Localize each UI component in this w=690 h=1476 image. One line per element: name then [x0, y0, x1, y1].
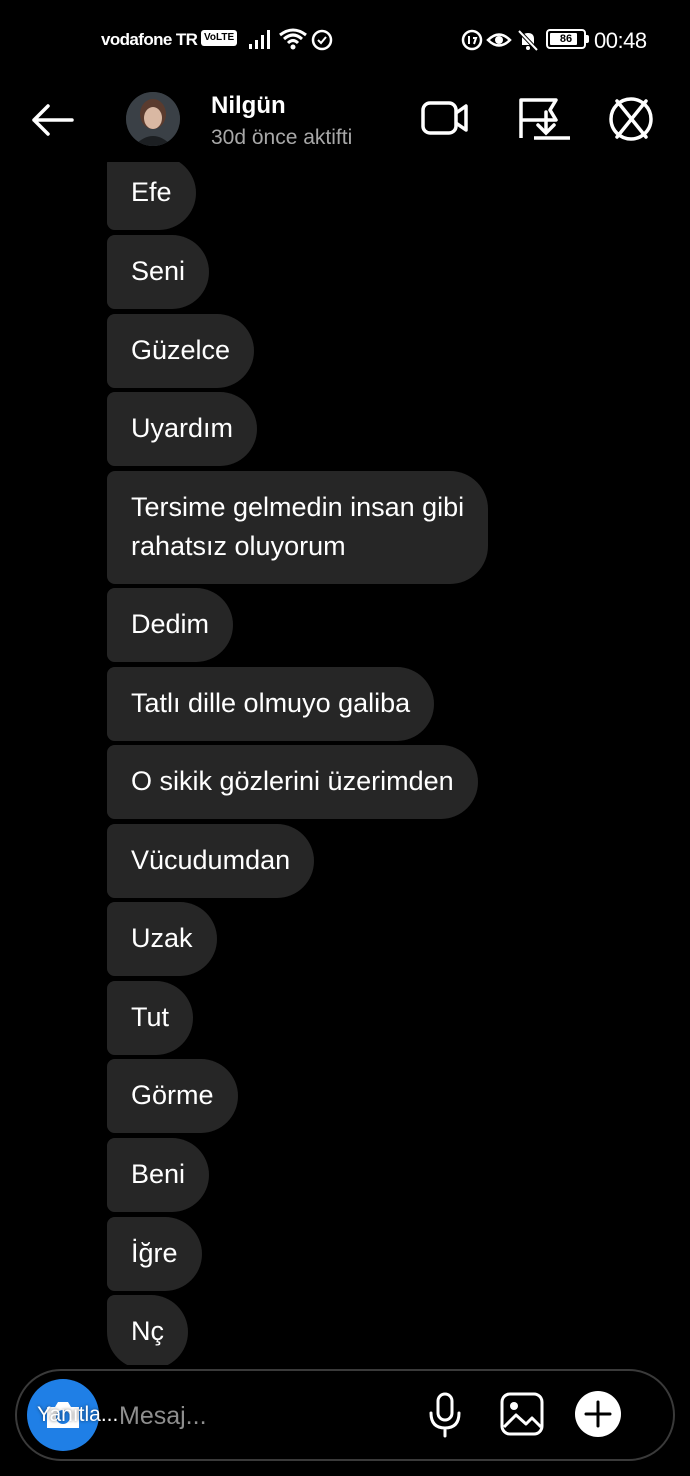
message-bubble[interactable]: Tatlı dille olmuyo galiba [107, 667, 435, 741]
reply-tooltip: Yanıtla... [37, 1403, 119, 1426]
flag-download-icon[interactable] [516, 96, 572, 142]
message-bubble[interactable]: Güzelce [107, 314, 255, 388]
message-bubble[interactable]: Uzak [107, 902, 217, 976]
sync-icon [311, 29, 333, 51]
video-call-icon[interactable] [420, 96, 470, 140]
message-bubble[interactable]: O sikik gözlerini üzerimden [107, 745, 478, 819]
message-input[interactable] [117, 1393, 411, 1439]
battery-percent: 86 [559, 33, 573, 45]
contact-name[interactable]: Nilgün [211, 92, 286, 120]
eye-icon [486, 33, 512, 47]
message-bubble[interactable]: Nç [107, 1295, 188, 1365]
carrier-label: vodafone TR [101, 30, 198, 49]
battery-indicator: 86 [546, 29, 586, 49]
status-bar: vodafone TR VoLTE 86 00:48 [0, 24, 690, 58]
message-bubble[interactable]: Tersime gelmedin insan gibi rahatsız olu… [107, 471, 489, 584]
back-arrow-icon[interactable] [28, 100, 76, 140]
wifi-icon [279, 28, 307, 50]
last-active-status: 30d önce aktifti [211, 126, 353, 149]
cancel-circle-icon[interactable] [604, 96, 658, 142]
message-bubble[interactable]: Seni [107, 235, 210, 309]
message-bubble[interactable]: Beni [107, 1138, 210, 1212]
message-bubble[interactable]: Efe [107, 162, 196, 230]
message-bubble[interactable]: İğre [107, 1217, 202, 1291]
message-bubble[interactable]: Vücudumdan [107, 824, 315, 898]
plus-icon[interactable] [573, 1389, 623, 1439]
message-bubble[interactable]: Görme [107, 1059, 238, 1133]
clock: 00:48 [594, 28, 647, 53]
bell-off-icon [517, 29, 539, 52]
message-bubble[interactable]: Tut [107, 981, 194, 1055]
gallery-icon[interactable] [499, 1391, 545, 1437]
message-list[interactable]: Efe Seni Güzelce Uyardım Tersime gelmedi… [0, 162, 690, 1365]
message-bubble[interactable]: Dedim [107, 588, 234, 662]
message-bubble[interactable]: Uyardım [107, 392, 258, 466]
data-saver-icon [461, 29, 483, 51]
chat-header: Nilgün 30d önce aktifti [0, 80, 690, 162]
microphone-icon[interactable] [427, 1391, 463, 1439]
signal-icon [249, 30, 270, 49]
volte-badge: VoLTE [201, 30, 238, 46]
avatar[interactable] [126, 92, 180, 146]
